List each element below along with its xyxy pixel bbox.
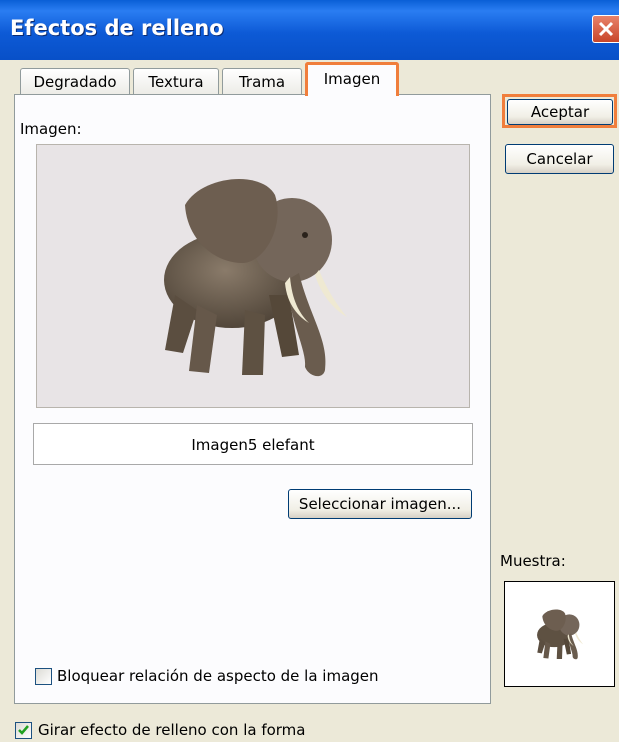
tab-degradado[interactable]: Degradado (20, 68, 130, 95)
select-image-label: Seleccionar imagen... (298, 495, 462, 513)
tab-trama[interactable]: Trama (222, 68, 302, 95)
preview-sample (504, 581, 615, 687)
close-button[interactable] (592, 15, 619, 43)
cancel-button[interactable]: Cancelar (505, 144, 614, 174)
cancel-label: Cancelar (526, 150, 593, 168)
window-title: Efectos de relleno (10, 16, 224, 40)
accept-button[interactable]: Aceptar (507, 99, 613, 125)
tab-imagen[interactable]: Imagen (305, 62, 399, 96)
rotate-fill-label[interactable]: Girar efecto de relleno con la forma (38, 721, 306, 739)
tab-textura[interactable]: Textura (133, 68, 219, 95)
title-bar: Efectos de relleno (0, 0, 619, 60)
image-label: Imagen: (20, 120, 82, 138)
lock-aspect-checkbox[interactable] (35, 668, 52, 685)
close-icon (598, 21, 614, 37)
lock-aspect-label[interactable]: Bloquear relación de aspecto de la image… (57, 667, 379, 685)
preview-label: Muestra: (500, 552, 566, 570)
elephant-thumbnail (537, 609, 584, 660)
accept-label: Aceptar (530, 103, 590, 121)
image-name-field: Imagen5 elefant (33, 423, 473, 465)
elephant-image (164, 178, 347, 377)
image-preview (36, 144, 470, 408)
select-image-button[interactable]: Seleccionar imagen... (288, 489, 472, 519)
checkmark-icon (18, 725, 29, 735)
rotate-fill-checkbox[interactable] (15, 722, 32, 739)
